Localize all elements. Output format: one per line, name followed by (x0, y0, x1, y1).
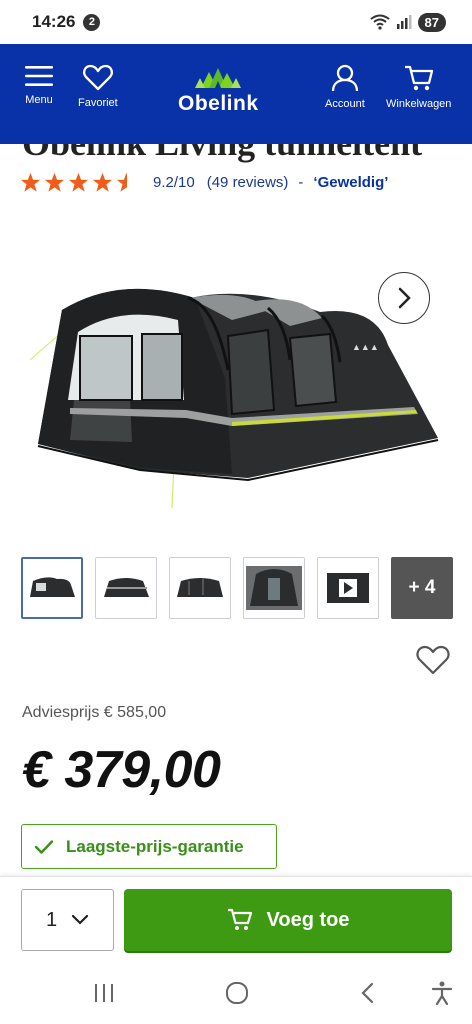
chevron-right-icon (398, 287, 411, 309)
notification-count: 2 (83, 13, 101, 31)
thumbnail-2[interactable] (95, 557, 157, 619)
thumbnail-more[interactable]: + 4 (391, 557, 453, 619)
cart-label: Winkelwagen (386, 98, 452, 110)
star-icon (44, 172, 65, 192)
favorites-button[interactable]: Favoriet (78, 64, 118, 109)
page: 14:26 2 87 Menu Favoriet Obelink Account… (0, 0, 472, 1024)
battery-indicator: 87 (417, 12, 446, 32)
tent-thumbnail-icon (177, 578, 223, 597)
thumbnail-3[interactable] (169, 557, 231, 619)
rating-separator: - (298, 174, 304, 191)
heart-icon (82, 64, 113, 91)
review-count-link[interactable]: (49 reviews) (207, 174, 289, 191)
star-icon (20, 172, 41, 192)
thumbnail-4[interactable] (243, 557, 305, 619)
tent-thumbnail-icon (104, 578, 149, 597)
system-navigation-bar (0, 964, 472, 1024)
video-play-icon (327, 573, 369, 603)
rating-verdict: ‘Geweldig’ (313, 174, 389, 191)
rating-score: 9.2/10 (153, 174, 195, 191)
rating-stars (20, 172, 137, 193)
gallery-thumbnails: + 4 (21, 557, 453, 619)
star-icon (68, 172, 89, 192)
status-time: 14:26 (32, 12, 76, 31)
account-button[interactable]: Account (325, 64, 365, 110)
add-to-cart-label: Voeg toe (266, 908, 350, 931)
add-to-cart-button[interactable]: Voeg toe (124, 889, 452, 951)
star-icon (92, 172, 113, 192)
wishlist-heart-icon[interactable] (416, 645, 450, 675)
account-label: Account (325, 98, 365, 110)
recent-apps-icon[interactable] (92, 980, 116, 1006)
quantity-select[interactable]: 1 (21, 889, 114, 951)
chevron-down-icon (71, 914, 89, 925)
cart-icon (227, 908, 252, 930)
lowest-price-guarantee-badge[interactable]: Laagste-prijs-garantie (21, 824, 277, 869)
status-bar: 14:26 2 87 (0, 0, 472, 44)
tent-thumbnail-icon (30, 577, 75, 597)
site-header: Menu Favoriet Obelink Account Winkelwage… (0, 44, 472, 144)
current-price: € 379,00 (22, 741, 221, 799)
tent-interior-icon (246, 566, 302, 610)
cart-icon (404, 65, 433, 91)
advice-price: Adviesprijs € 585,00 (22, 704, 167, 721)
cart-button[interactable]: Winkelwagen (386, 64, 451, 110)
accessibility-icon[interactable] (430, 980, 454, 1006)
favorites-label: Favoriet (78, 97, 118, 109)
thumbnail-1[interactable] (21, 557, 83, 619)
checkmark-icon (34, 839, 54, 854)
rating-row[interactable]: 9.2/10 (49 reviews) - ‘Geweldig’ (20, 172, 388, 193)
logo-text: Obelink (178, 92, 259, 115)
half-star-icon (116, 172, 127, 192)
thumbnail-video[interactable] (317, 557, 379, 619)
menu-label: Menu (25, 94, 53, 106)
menu-button[interactable]: Menu (24, 64, 54, 106)
svg-text:▲▲▲: ▲▲▲ (352, 342, 379, 352)
quantity-value: 1 (45, 908, 58, 931)
wifi-icon (369, 14, 390, 30)
user-icon (331, 64, 359, 92)
hamburger-icon (25, 66, 53, 86)
home-icon[interactable] (224, 980, 250, 1006)
back-icon[interactable] (358, 980, 378, 1006)
obelink-logo[interactable]: Obelink (178, 66, 259, 116)
signal-icon (396, 15, 412, 29)
add-to-cart-bar: 1 Voeg toe (0, 876, 472, 964)
status-right: 87 (369, 12, 446, 32)
guarantee-label: Laagste-prijs-garantie (66, 836, 244, 856)
logo-tents-icon (195, 68, 242, 88)
gallery-next-button[interactable] (378, 272, 430, 324)
